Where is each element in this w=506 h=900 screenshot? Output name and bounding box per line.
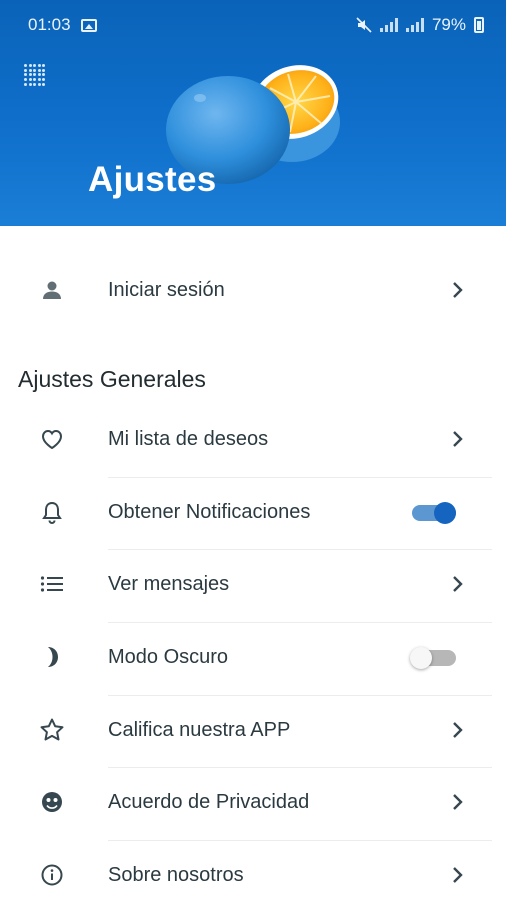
status-bar: 01:03 79% xyxy=(0,0,506,50)
messages-label: Ver mensajes xyxy=(108,572,230,595)
messages-row[interactable]: Ver mensajes xyxy=(0,548,506,620)
gallery-icon xyxy=(80,18,97,32)
rate-app-label: Califica nuestra APP xyxy=(108,718,291,741)
app-logo-icon[interactable] xyxy=(24,64,46,86)
chevron-right-icon xyxy=(448,865,468,885)
moon-icon xyxy=(38,643,66,671)
notifications-toggle[interactable] xyxy=(412,502,456,524)
rate-app-row[interactable]: Califica nuestra APP xyxy=(0,694,506,766)
chevron-right-icon xyxy=(448,792,468,812)
status-time: 01:03 xyxy=(28,15,71,34)
signal-icon-2 xyxy=(405,18,424,32)
dark-mode-label: Modo Oscuro xyxy=(108,645,229,668)
dark-mode-row[interactable]: Modo Oscuro xyxy=(0,621,506,693)
star-icon xyxy=(38,716,66,744)
chevron-right-icon xyxy=(448,720,468,740)
notifications-row[interactable]: Obtener Notificaciones xyxy=(0,476,506,548)
privacy-row[interactable]: Acuerdo de Privacidad xyxy=(0,766,506,838)
about-label: Sobre nosotros xyxy=(108,863,244,886)
signal-icon xyxy=(379,18,398,32)
privacy-label: Acuerdo de Privacidad xyxy=(108,790,310,813)
dark-mode-toggle[interactable] xyxy=(410,647,456,669)
info-icon xyxy=(38,861,66,889)
battery-percent: 79% xyxy=(431,15,466,34)
wishlist-label: Mi lista de deseos xyxy=(108,427,269,450)
page-title: Ajustes xyxy=(88,160,217,199)
section-title-general: Ajustes Generales xyxy=(18,366,206,392)
wishlist-row[interactable]: Mi lista de deseos xyxy=(0,403,506,475)
header-banner: 01:03 79% Ajustes xyxy=(0,0,506,226)
heart-icon xyxy=(38,425,66,453)
chevron-right-icon xyxy=(448,429,468,449)
mute-icon xyxy=(356,17,372,33)
login-row[interactable]: Iniciar sesión xyxy=(0,254,506,326)
person-icon xyxy=(38,276,66,304)
bell-icon xyxy=(38,498,66,526)
login-label: Iniciar sesión xyxy=(108,278,225,301)
battery-icon xyxy=(474,17,484,33)
list-icon xyxy=(38,570,66,598)
about-row[interactable]: Sobre nosotros xyxy=(0,839,506,900)
chevron-right-icon xyxy=(448,574,468,594)
chevron-right-icon xyxy=(448,280,468,300)
notifications-label: Obtener Notificaciones xyxy=(108,500,311,523)
privacy-icon xyxy=(38,788,66,816)
